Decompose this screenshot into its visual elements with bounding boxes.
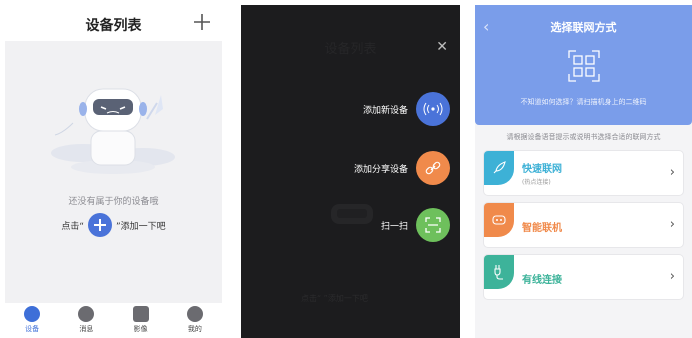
scan-option[interactable]: 扫一扫 xyxy=(381,208,450,242)
link-icon xyxy=(416,151,450,185)
hint-text-after: ”添加一下吧 xyxy=(116,221,166,232)
tab-device[interactable]: 设备 xyxy=(5,303,59,338)
chevron-right-icon: › xyxy=(669,217,675,232)
option-name: 有线连接 xyxy=(522,275,562,286)
scan-icon xyxy=(416,208,450,242)
qr-code-icon[interactable] xyxy=(568,50,600,82)
smart-pairing-option[interactable]: 智能联机 › xyxy=(483,202,684,248)
robot-illustration xyxy=(51,88,175,174)
hint-text-before: 点击“ xyxy=(61,221,84,232)
device-icon xyxy=(24,306,41,322)
tab-label: 我的 xyxy=(187,325,202,333)
qr-hint-text: 不知道如何选择？请扫描机身上的二维码 xyxy=(520,98,647,106)
background-hint: 点击“ ”添加一下吧 xyxy=(301,294,368,303)
add-new-device-option[interactable]: 添加新设备 xyxy=(363,92,450,126)
add-menu-overlay-screen: 设备列表 ✕ 点击“ ”添加一下吧 添加新设备 添加分享设备 扫一扫 xyxy=(241,5,460,338)
image-icon xyxy=(132,306,149,322)
tab-label: 设备 xyxy=(25,325,40,333)
add-icon[interactable] xyxy=(190,10,214,34)
quick-connect-option[interactable]: 快速联网 (热点连接) › xyxy=(483,150,684,196)
cable-icon xyxy=(484,255,514,289)
wired-connection-option[interactable]: 有线连接 › xyxy=(483,254,684,300)
option-subtitle: (热点连接) xyxy=(522,179,551,186)
menu-label: 添加分享设备 xyxy=(353,164,408,175)
tab-message[interactable]: 消息 xyxy=(59,303,113,338)
add-hint: 点击“ ”添加一下吧 xyxy=(5,212,222,238)
empty-state-text: 还没有属于你的设备哦 xyxy=(68,197,159,207)
rocket-icon xyxy=(484,151,514,185)
signal-icon xyxy=(416,92,450,126)
tab-label: 消息 xyxy=(79,325,94,333)
close-icon[interactable]: ✕ xyxy=(436,39,448,55)
message-icon xyxy=(78,306,95,322)
robot-silhouette xyxy=(331,204,373,224)
device-list-screen: 设备列表 还没有属于你的设备哦 点击“ ”添加一下吧 设备 消息 影像 我的 xyxy=(5,5,222,338)
instruction-text: 请根据设备语音提示或说明书选择合适的联网方式 xyxy=(506,133,661,141)
tab-image[interactable]: 影像 xyxy=(114,303,168,338)
add-device-button[interactable] xyxy=(88,213,112,237)
header: 设备列表 xyxy=(5,5,222,41)
menu-label: 添加新设备 xyxy=(362,105,408,116)
header-panel: ‹ 选择联网方式 不知道如何选择？请扫描机身上的二维码 xyxy=(475,5,692,125)
option-name: 快速联网 xyxy=(522,164,562,175)
profile-icon xyxy=(186,306,203,322)
chevron-right-icon: › xyxy=(669,165,675,180)
robot-icon xyxy=(484,203,514,237)
tab-profile[interactable]: 我的 xyxy=(168,303,222,338)
add-shared-device-option[interactable]: 添加分享设备 xyxy=(354,151,450,185)
network-method-screen: ‹ 选择联网方式 不知道如何选择？请扫描机身上的二维码 请根据设备语音提示或说明… xyxy=(475,5,692,338)
menu-label: 扫一扫 xyxy=(380,221,408,232)
background-title: 设备列表 xyxy=(324,42,377,57)
bottom-tab-bar: 设备 消息 影像 我的 xyxy=(5,303,222,338)
option-name: 智能联机 xyxy=(522,223,562,234)
page-title: 选择联网方式 xyxy=(550,21,617,34)
tab-label: 影像 xyxy=(133,325,148,333)
chevron-right-icon: › xyxy=(669,269,675,284)
